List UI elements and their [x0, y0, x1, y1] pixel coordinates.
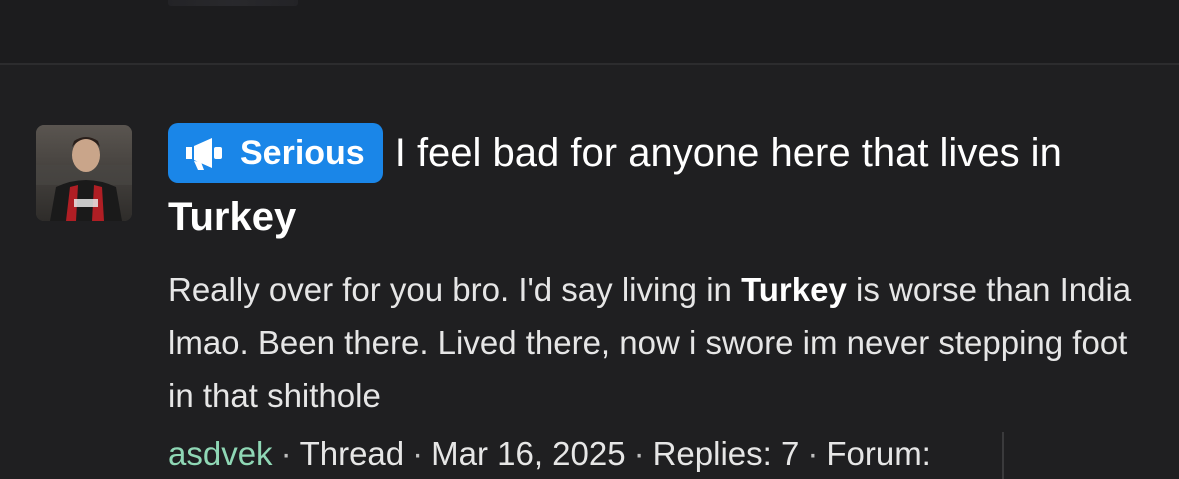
result-content: Serious I feel bad for anyone here that l…: [168, 121, 1143, 474]
avatar[interactable]: [36, 125, 132, 221]
meta-separator: ·: [807, 435, 819, 472]
result-meta: asdvek · Thread · Mar 16, 2025 · Replies: 7 · Fo…: [168, 434, 1143, 474]
avatar-image: [36, 125, 132, 221]
thread-title[interactable]: Serious I feel bad for anyone here that l…: [168, 121, 1143, 249]
snippet-highlight: Turkey: [741, 271, 847, 308]
meta-separator: ·: [280, 435, 292, 472]
meta-separator: ·: [633, 435, 645, 472]
snippet-text-start: Really over for you bro. I'd say living …: [168, 271, 742, 308]
serious-prefix-badge[interactable]: Serious: [168, 123, 383, 183]
divider-line: [1002, 432, 1004, 479]
previous-result-strip: [0, 0, 1179, 65]
previous-result-fragment: [168, 0, 298, 6]
thread-snippet: Really over for you bro. I'd say living …: [168, 263, 1143, 422]
search-result-item[interactable]: Serious I feel bad for anyone here that l…: [0, 65, 1179, 479]
author-link[interactable]: asdvek: [168, 435, 273, 472]
title-text: I feel bad for anyone here that lives in: [394, 131, 1062, 175]
prefix-label: Serious: [240, 134, 365, 172]
forum-label: Forum:: [826, 435, 931, 472]
post-date: Mar 16, 2025: [431, 435, 626, 472]
megaphone-icon: [186, 138, 222, 170]
content-type: Thread: [299, 435, 405, 472]
meta-separator: ·: [412, 435, 424, 472]
title-highlight: Turkey: [168, 195, 297, 239]
reply-count: Replies: 7: [652, 435, 800, 472]
